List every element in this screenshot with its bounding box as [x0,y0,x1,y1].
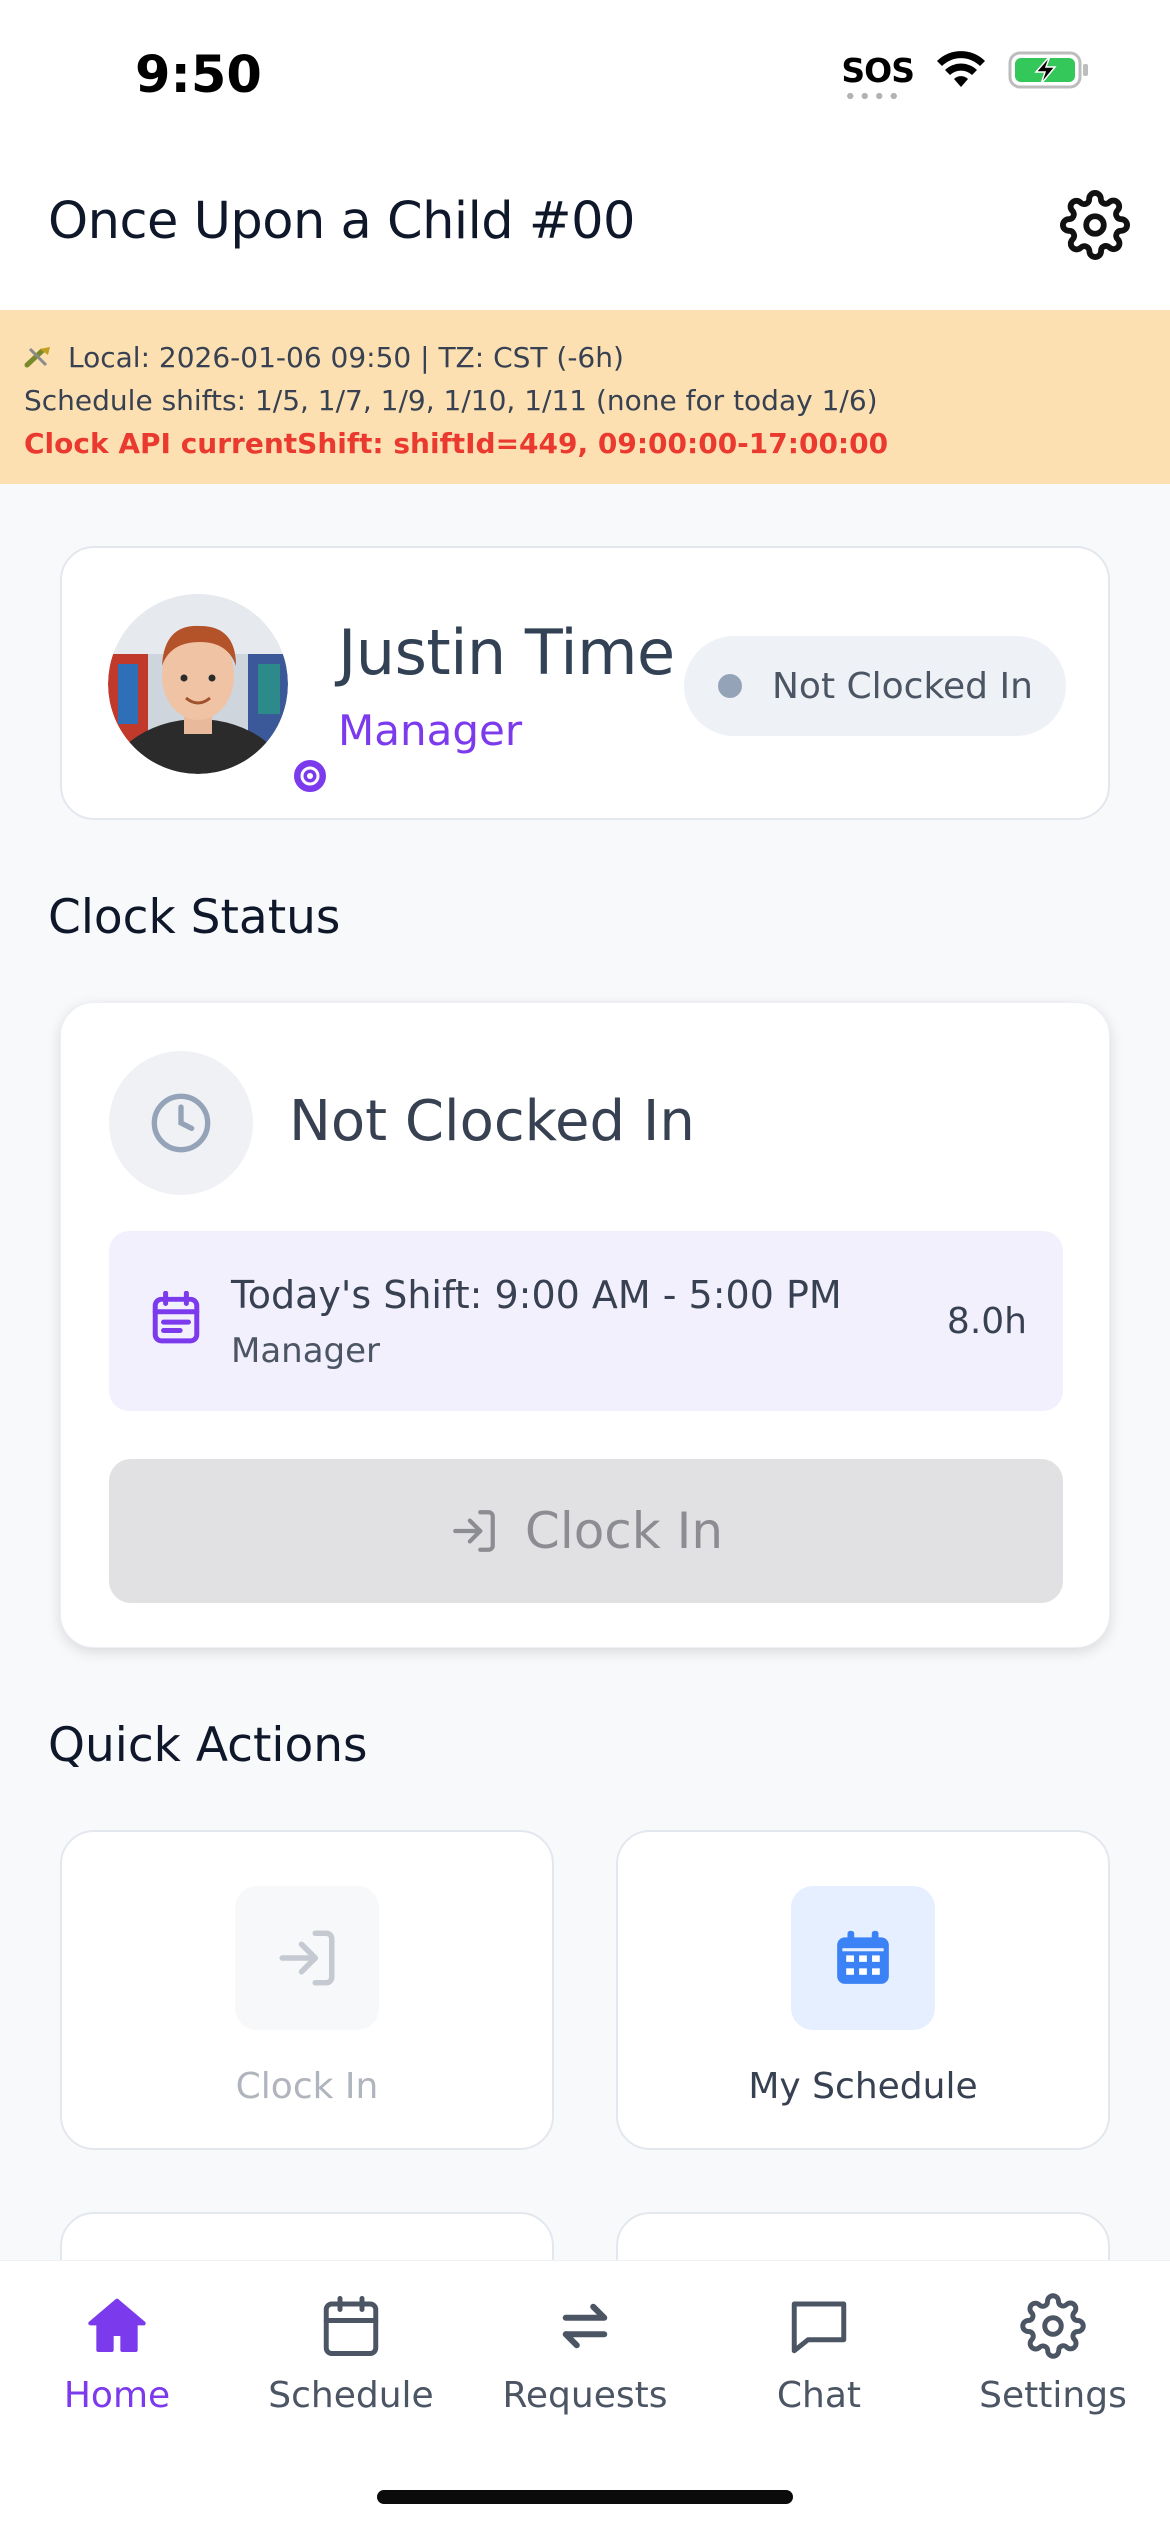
tab-label: Requests [502,2375,668,2416]
avatar-photo [108,594,288,774]
todays-shift-box: Today's Shift: 9:00 AM - 5:00 PM Manager… [109,1231,1063,1411]
swap-arrows-icon [562,2303,608,2349]
gear-icon[interactable] [1060,190,1130,260]
status-icons: SOS [841,50,1090,99]
quick-action-my-schedule[interactable]: My Schedule [616,1830,1110,2150]
calendar-icon [323,2296,379,2356]
debug-line-local: Local: 2026-01-06 09:50 | TZ: CST (-6h) [24,336,1146,379]
shift-role-text: Manager [231,1331,381,1371]
app-header: Once Upon a Child #00 [0,150,1170,310]
tab-requests[interactable]: Requests [468,2291,702,2421]
debug-local-text: Local: 2026-01-06 09:50 | TZ: CST (-6h) [68,341,624,374]
clock-status-heading: Clock Status [48,890,341,945]
calendar-icon [152,1291,200,1344]
camera-badge-icon[interactable] [290,756,330,796]
wifi-icon [937,51,985,87]
battery-charging-icon [1008,51,1088,89]
clock-icon [151,1093,211,1153]
clock-icon-container [109,1051,253,1195]
tab-home[interactable]: Home [0,2291,234,2421]
quick-action-label: Clock In [235,2066,379,2107]
tab-label: Schedule [268,2375,434,2416]
status-dot-icon [718,674,742,698]
tab-label: Chat [776,2375,862,2416]
clock-in-button[interactable]: Clock In [109,1459,1063,1603]
quick-action-label: My Schedule [748,2066,978,2107]
status-time: 9:50 [135,46,262,105]
status-badge-label: Not Clocked In [772,665,1033,707]
tab-label: Home [63,2375,171,2416]
clock-in-icon [279,1930,335,1986]
debug-banner: Local: 2026-01-06 09:50 | TZ: CST (-6h) … [0,310,1170,484]
sos-label: SOS [841,50,915,90]
quick-action-icon-box [791,1886,935,2030]
clock-in-button-label: Clock In [524,1502,724,1560]
shift-hours: 8.0h [946,1301,1027,1342]
status-bar: 9:50 SOS [0,0,1170,150]
calendar-icon [837,1930,889,1984]
home-indicator[interactable] [377,2490,793,2504]
profile-name: Justin Time [338,616,675,689]
profile-role: Manager [338,706,523,755]
clock-in-icon [453,1510,495,1552]
chat-bubble-icon [791,2301,847,2354]
debug-line-api: Clock API currentShift: shiftId=449, 09:… [24,427,889,460]
quick-action-clock-in[interactable]: Clock In [60,1830,554,2150]
tab-label: Settings [979,2375,1127,2416]
avatar[interactable] [108,594,330,796]
quick-actions-heading: Quick Actions [48,1718,368,1773]
clock-status-card: Not Clocked In Today's Shift: 9:00 AM - … [60,1002,1110,1648]
shift-time-text: Today's Shift: 9:00 AM - 5:00 PM [231,1273,842,1317]
wrench-screwdriver-icon [24,347,50,368]
page-title: Once Upon a Child #00 [48,192,635,251]
gear-icon [1020,2293,1086,2359]
tab-chat[interactable]: Chat [702,2291,936,2421]
signal-dots-icon [843,92,902,99]
status-badge: Not Clocked In [684,636,1066,736]
clock-status-text: Not Clocked In [289,1089,695,1154]
quick-action-icon-box [235,1886,379,2030]
debug-line-schedule: Schedule shifts: 1/5, 1/7, 1/9, 1/10, 1/… [24,384,878,417]
profile-card[interactable]: Justin Time Manager Not Clocked In [60,546,1110,820]
tab-schedule[interactable]: Schedule [234,2291,468,2421]
home-icon [88,2298,146,2352]
sos-indicator: SOS [841,50,915,99]
tab-settings[interactable]: Settings [936,2291,1170,2421]
